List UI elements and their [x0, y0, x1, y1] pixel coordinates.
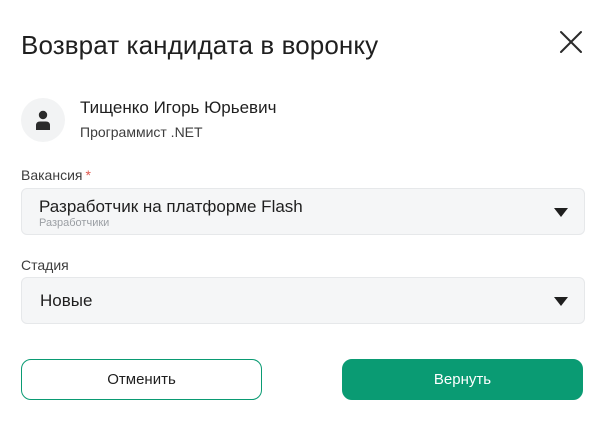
- vacancy-label-text: Вакансия: [21, 167, 83, 183]
- stage-label: Стадия: [21, 257, 69, 273]
- vacancy-selected-department: Разработчики: [39, 217, 110, 229]
- vacancy-select[interactable]: Разработчик на платформе Flash Разработч…: [21, 188, 585, 235]
- return-candidate-dialog: Возврат кандидата в воронку Тищенко Игор…: [0, 0, 600, 423]
- candidate-name: Тищенко Игорь Юрьевич: [80, 98, 277, 117]
- required-mark: *: [85, 167, 91, 183]
- person-icon: [36, 110, 50, 130]
- stage-select[interactable]: Новые: [21, 277, 585, 324]
- close-icon[interactable]: [559, 30, 583, 54]
- avatar: [21, 98, 65, 142]
- stage-selected-value: Новые: [40, 291, 93, 310]
- return-button[interactable]: Вернуть: [342, 359, 583, 400]
- caret-down-icon: [554, 297, 568, 306]
- dialog-title: Возврат кандидата в воронку: [21, 30, 379, 60]
- caret-down-icon: [554, 208, 568, 217]
- candidate-role: Программист .NET: [80, 124, 203, 140]
- cancel-button[interactable]: Отменить: [21, 359, 262, 400]
- vacancy-label: Вакансия *: [21, 167, 91, 183]
- vacancy-selected-value: Разработчик на платформе Flash: [39, 197, 303, 216]
